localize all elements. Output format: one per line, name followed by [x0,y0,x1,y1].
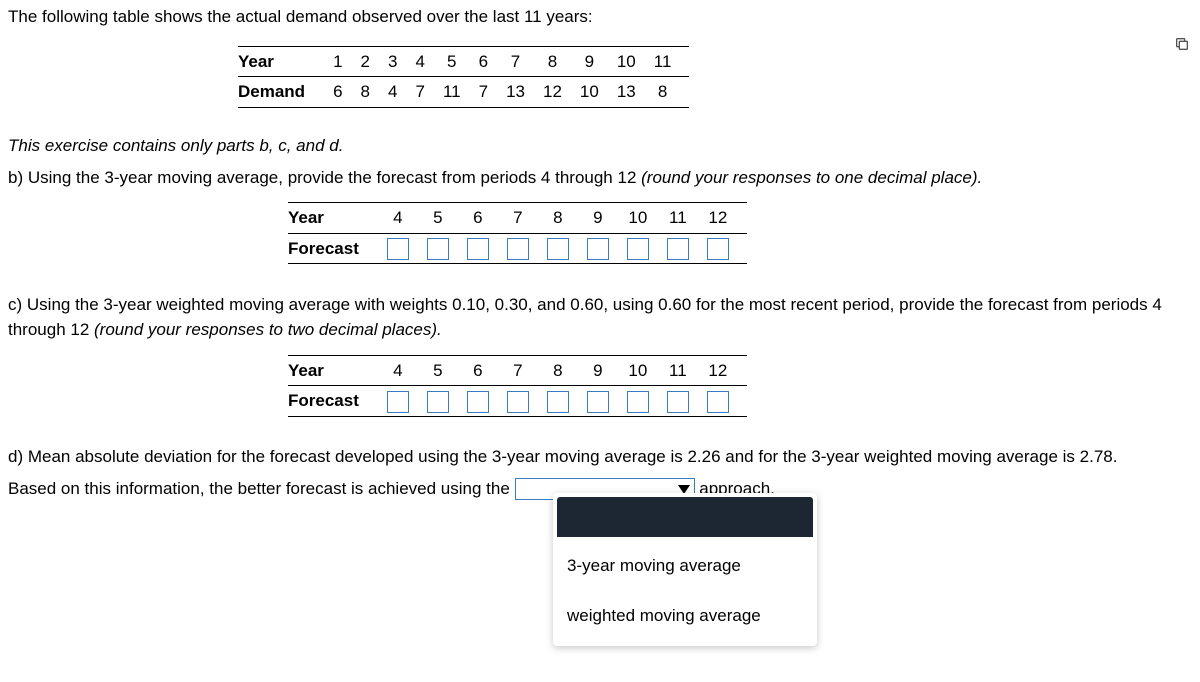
part-c-input-7[interactable] [507,391,529,413]
part-c-input-6[interactable] [467,391,489,413]
part-b-input-8[interactable] [547,238,569,260]
part-c-input-8[interactable] [547,391,569,413]
part-c-year-label: Year [288,355,387,386]
part-b-text: b) Using the 3-year moving average, prov… [8,165,1192,191]
part-c-input-10[interactable] [627,391,649,413]
part-c-input-11[interactable] [667,391,689,413]
part-b-input-5[interactable] [427,238,449,260]
part-b-input-7[interactable] [507,238,529,260]
part-c-forecast-label: Forecast [288,386,387,417]
part-c-text: c) Using the 3-year weighted moving aver… [8,292,1192,343]
part-c-input-4[interactable] [387,391,409,413]
part-c-table: Year 4 5 6 7 8 9 10 11 12 Forecast [288,355,747,417]
part-b-input-4[interactable] [387,238,409,260]
year-row-label: Year [238,46,333,77]
dropdown-selected-blank[interactable] [557,497,813,537]
part-c-input-5[interactable] [427,391,449,413]
part-c-input-9[interactable] [587,391,609,413]
demand-table: Year 1 2 3 4 5 6 7 8 9 10 11 Demand 6 8 … [238,46,689,108]
part-c-input-12[interactable] [707,391,729,413]
demand-row-label: Demand [238,77,333,108]
dropdown-option-weighted-ma[interactable]: weighted moving average [553,591,817,641]
part-b-input-12[interactable] [707,238,729,260]
part-b-forecast-label: Forecast [288,233,387,264]
approach-dropdown-panel: 3-year moving average weighted moving av… [553,493,817,646]
intro-text: The following table shows the actual dem… [8,4,1192,30]
part-d-line1: d) Mean absolute deviation for the forec… [8,444,1192,470]
part-b-input-10[interactable] [627,238,649,260]
part-b-input-11[interactable] [667,238,689,260]
dropdown-option-3yr-ma[interactable]: 3-year moving average [553,541,817,591]
part-b-input-9[interactable] [587,238,609,260]
copy-icon[interactable] [1174,36,1190,52]
part-b-year-label: Year [288,203,387,234]
parts-note: This exercise contains only parts b, c, … [8,133,1192,159]
part-b-table: Year 4 5 6 7 8 9 10 11 12 Forecast [288,202,747,264]
part-b-input-6[interactable] [467,238,489,260]
